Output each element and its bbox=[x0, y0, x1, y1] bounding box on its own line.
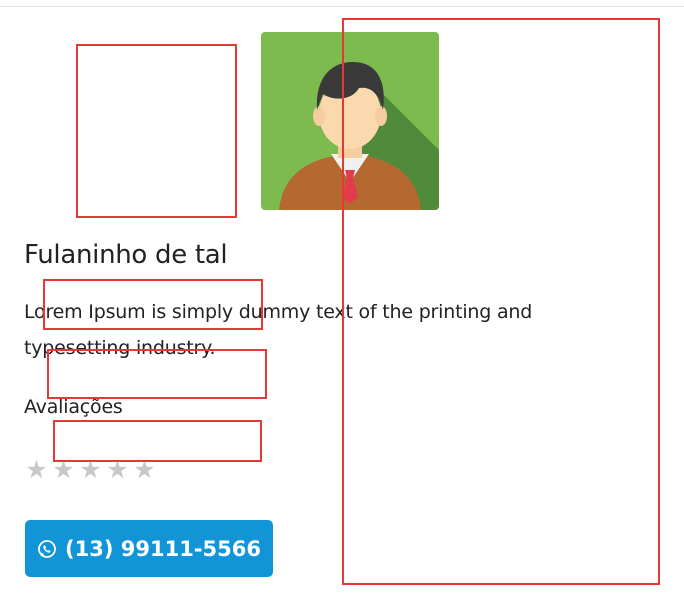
top-divider bbox=[0, 6, 684, 7]
whatsapp-icon bbox=[37, 539, 57, 559]
person-avatar-icon bbox=[261, 32, 439, 210]
profile-card: Fulaninho de tal Lorem Ipsum is simply d… bbox=[0, 0, 684, 606]
star-rating[interactable]: ★ ★ ★ ★ ★ bbox=[24, 457, 157, 482]
star-icon[interactable]: ★ bbox=[24, 457, 49, 482]
star-icon[interactable]: ★ bbox=[132, 457, 157, 482]
phone-number-label: (13) 99111-5566 bbox=[65, 536, 261, 561]
avatar bbox=[261, 32, 439, 210]
annotation-box bbox=[76, 44, 237, 218]
whatsapp-contact-button[interactable]: (13) 99111-5566 bbox=[25, 520, 273, 577]
star-icon[interactable]: ★ bbox=[78, 457, 103, 482]
profile-description: Lorem Ipsum is simply dummy text of the … bbox=[24, 301, 533, 359]
star-icon[interactable]: ★ bbox=[105, 457, 130, 482]
profile-name: Fulaninho de tal bbox=[24, 240, 228, 270]
reviews-label: Avaliações bbox=[24, 396, 123, 418]
star-icon[interactable]: ★ bbox=[51, 457, 76, 482]
